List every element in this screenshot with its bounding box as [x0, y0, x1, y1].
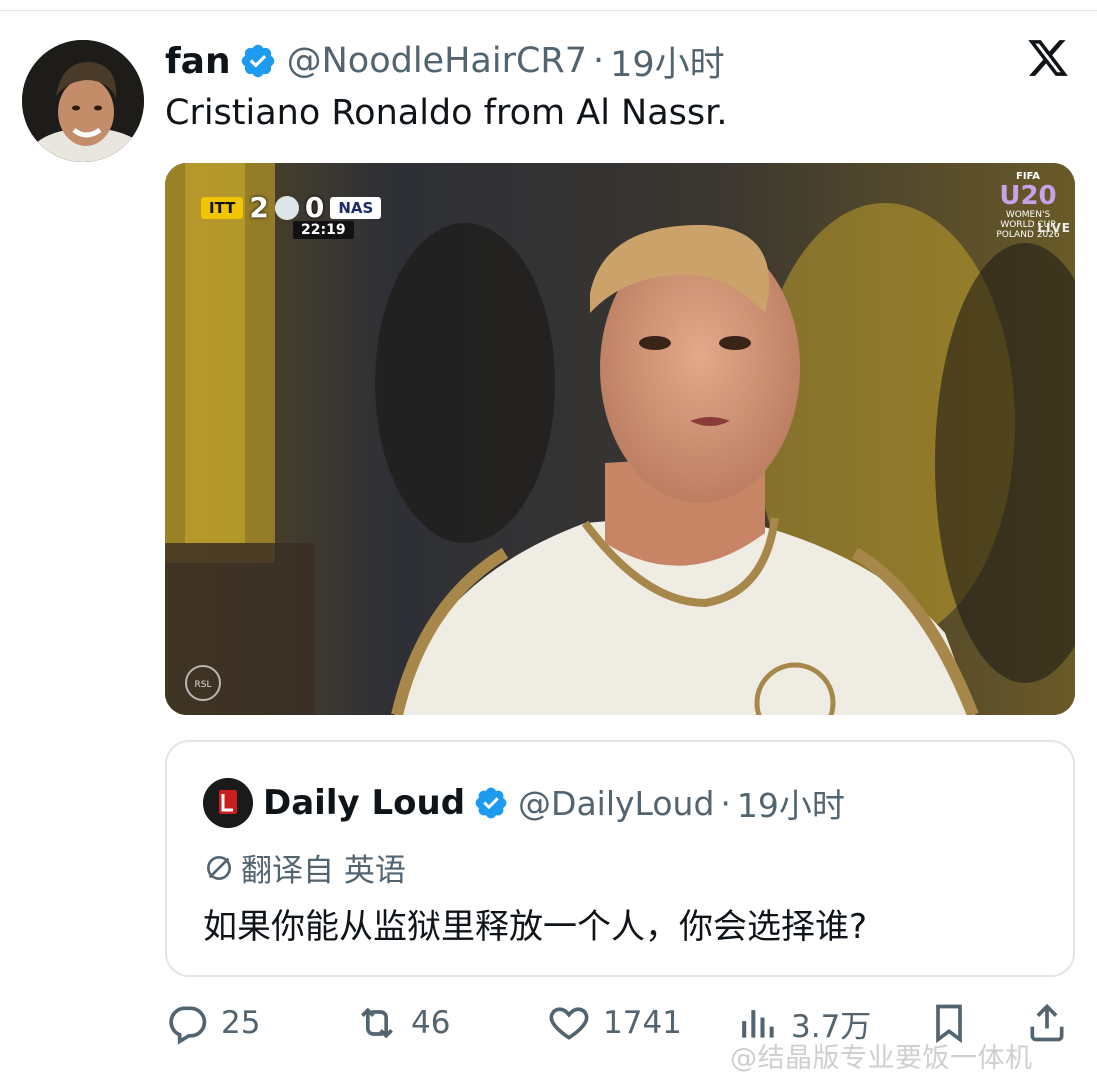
heart-icon: [549, 1007, 589, 1040]
quoted-tweet-header: Daily Loud @DailyLoud · 19小时: [203, 778, 845, 828]
quoted-tweet-timestamp[interactable]: 19小时: [737, 779, 845, 827]
time-separator: ·: [720, 783, 731, 823]
match-clock: 22:19: [293, 221, 354, 239]
author-avatar[interactable]: [22, 40, 144, 162]
verified-badge-icon: [241, 44, 274, 78]
quoted-tweet-text: 如果你能从监狱里释放一个人，你会选择谁?: [203, 907, 868, 947]
translate-icon: [207, 855, 231, 880]
league-emblem-icon: [274, 195, 299, 220]
tweet-header: fan @NoodleHairCR7 · 19小时: [165, 36, 725, 87]
quoted-tweet[interactable]: Daily Loud @DailyLoud · 19小时 翻译自 英语 如果你能…: [165, 740, 1075, 977]
quoted-author-display-name[interactable]: Daily Loud: [263, 783, 465, 823]
quoted-author-handle[interactable]: @DailyLoud: [518, 784, 714, 823]
like-count: 1741: [603, 1005, 682, 1041]
away-team-label: NAS: [330, 196, 382, 219]
author-display-name[interactable]: fan: [165, 41, 231, 82]
reply-button[interactable]: 25: [165, 995, 260, 1051]
time-separator: ·: [592, 41, 605, 81]
verified-badge-icon: [475, 787, 507, 819]
tweet-timestamp[interactable]: 19小时: [610, 36, 725, 87]
home-team-label: ITT: [201, 196, 244, 219]
retweet-button[interactable]: 46: [355, 995, 450, 1051]
league-logo: RSL: [183, 663, 223, 703]
author-handle[interactable]: @NoodleHairCR7: [287, 41, 587, 81]
home-score: 2: [249, 191, 269, 224]
tweet-text: Cristiano Ronaldo from Al Nassr.: [165, 93, 728, 133]
league-logo-text: RSL: [195, 680, 212, 690]
reply-icon: [169, 1006, 207, 1045]
translation-label: 翻译自 英语: [241, 853, 406, 889]
reply-count: 25: [221, 1005, 261, 1041]
scoreboard: ITT 2 0 NAS: [201, 191, 382, 224]
retweet-icon: [361, 1007, 393, 1039]
live-indicator: LIVE: [1037, 221, 1071, 235]
retweet-count: 46: [411, 1005, 451, 1041]
top-divider: [0, 10, 1097, 11]
translation-notice[interactable]: 翻译自 英语: [203, 845, 406, 890]
like-button[interactable]: 1741: [547, 995, 682, 1051]
weibo-watermark: @结晶版专业要饭一体机: [730, 1043, 1033, 1074]
x-logo-icon[interactable]: [1025, 36, 1071, 80]
quoted-author-avatar[interactable]: [203, 778, 253, 828]
tweet-media-image[interactable]: ITT 2 0 NAS 22:19 FIFA U20 WOMEN'S WORLD…: [165, 163, 1075, 715]
away-score: 0: [304, 191, 325, 224]
broadcast-badge-main: U20: [999, 181, 1057, 211]
